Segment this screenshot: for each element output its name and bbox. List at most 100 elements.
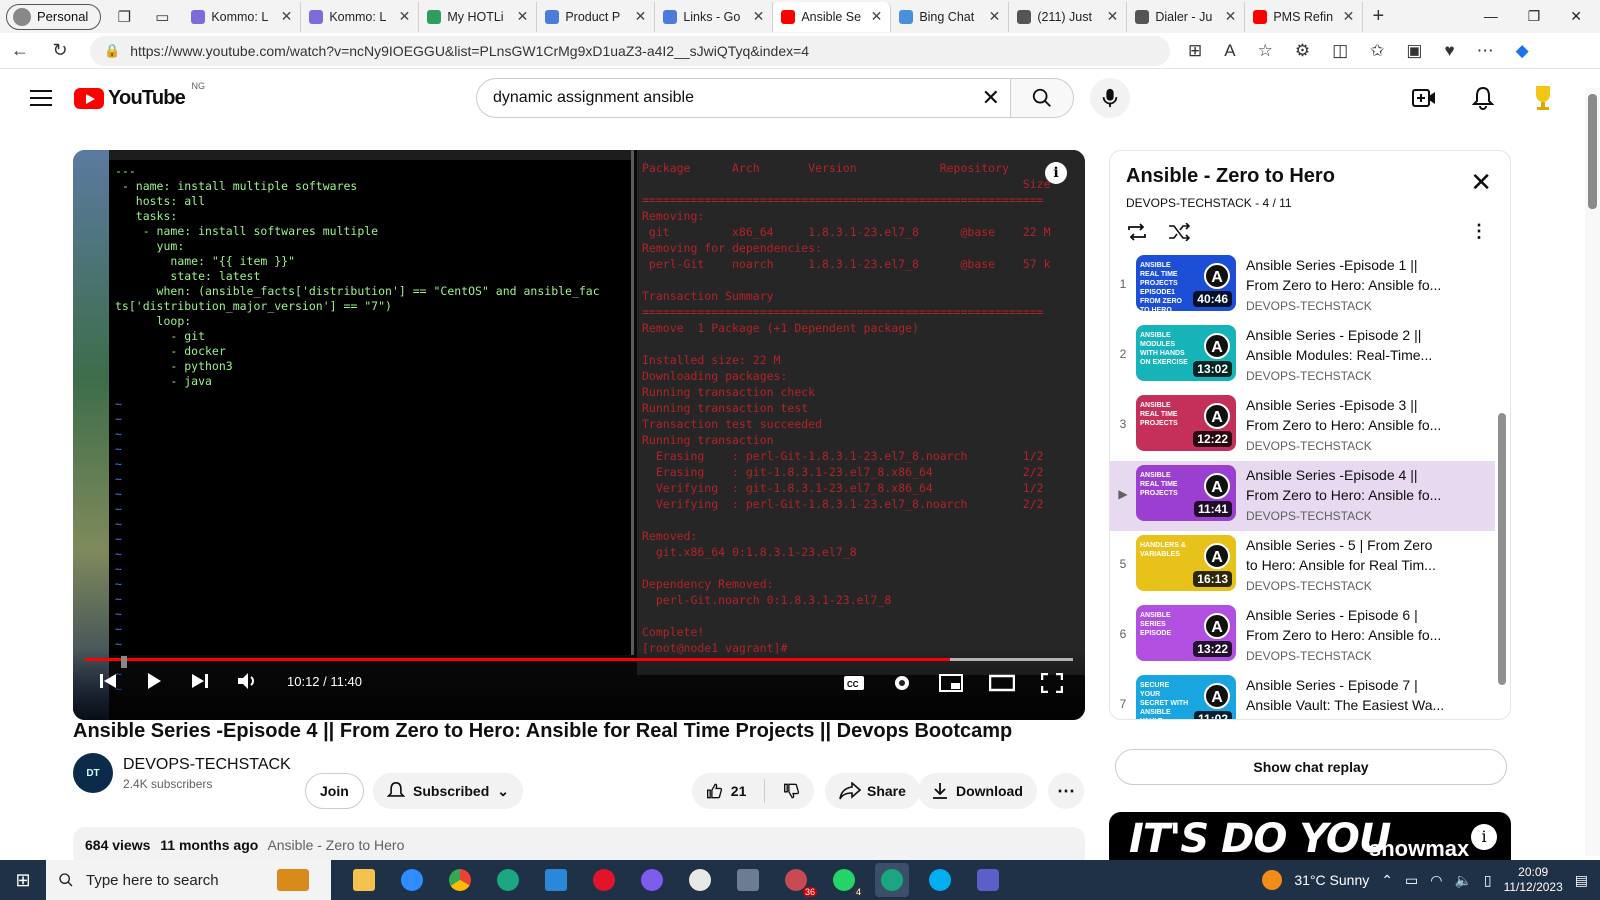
url-field[interactable]: 🔒 https://www.youtube.com/watch?v=ncNy9I…	[90, 35, 1170, 66]
chrome-icon[interactable]	[443, 863, 477, 897]
ad-banner[interactable]: IT'S DO YOU showmax i	[1109, 812, 1511, 862]
playlist-scrollbar[interactable]	[1498, 413, 1506, 685]
tab-close-icon[interactable]: ✕	[753, 8, 765, 25]
browser-tab[interactable]: PMS Refin ✕	[1245, 1, 1364, 32]
favorites-icon[interactable]: ✩	[1370, 41, 1384, 61]
tab-close-icon[interactable]: ✕	[1343, 8, 1355, 25]
search-button[interactable]	[1010, 78, 1074, 118]
captions-icon[interactable]: CC	[843, 674, 865, 692]
read-aloud-icon[interactable]: A	[1224, 41, 1235, 61]
loop-icon[interactable]	[1126, 223, 1148, 241]
thumbs-up-icon[interactable]	[706, 781, 723, 801]
calculator-icon[interactable]	[731, 863, 765, 897]
video-thumbnail[interactable]: ANSIBLE SERIES EPISODE A 13:22	[1136, 605, 1236, 661]
video-thumbnail[interactable]: HANDLERS & VARIABLES A 16:13	[1136, 535, 1236, 591]
chevron-up-icon[interactable]: ⌃	[1381, 872, 1393, 889]
favorite-star-icon[interactable]: ☆	[1258, 41, 1273, 61]
workspaces-icon[interactable]: ❐	[109, 4, 139, 30]
theater-mode-icon[interactable]	[989, 674, 1015, 692]
browser-tab[interactable]: Bing Chat ✕	[891, 1, 1010, 32]
restore-icon[interactable]: ❐	[1528, 8, 1541, 25]
channel-avatar[interactable]: DT	[73, 753, 113, 793]
channel-name[interactable]: DEVOPS-TECHSTACK	[123, 756, 291, 774]
thumbs-down-icon[interactable]	[783, 781, 800, 801]
playlist-link[interactable]: Ansible - Zero to Hero	[267, 837, 404, 853]
playlist-video-title[interactable]: Ansible Series -Episode 1 || From Zero t…	[1246, 255, 1446, 295]
apps-icon[interactable]: ⊞	[1188, 41, 1202, 61]
volume-icon[interactable]	[237, 672, 259, 690]
zoom-icon[interactable]	[395, 863, 429, 897]
extensions-icon[interactable]: ⚙	[1295, 41, 1310, 61]
tab-actions-icon[interactable]: ▭	[147, 4, 177, 30]
tab-close-icon[interactable]: ✕	[281, 8, 293, 25]
windows-start-icon[interactable]: ⊞	[0, 870, 46, 891]
skype-icon[interactable]	[923, 863, 957, 897]
weather-text[interactable]: 31°C Sunny	[1294, 872, 1369, 888]
download-button[interactable]: Download	[918, 773, 1037, 809]
trophy-avatar-icon[interactable]	[1530, 84, 1556, 112]
close-playlist-icon[interactable]: ✕	[1470, 167, 1492, 198]
playlist-video-title[interactable]: Ansible Series -Episode 3 || From Zero t…	[1246, 395, 1446, 435]
browser-tab[interactable]: Links - Go ✕	[655, 1, 774, 32]
edge-icon[interactable]	[491, 863, 525, 897]
progress-bar[interactable]	[85, 656, 1073, 668]
more-actions-button[interactable]: ⋯	[1048, 773, 1084, 809]
video-thumbnail[interactable]: SECURE YOUR SECRET WITH ANSIBLE VAULT A 11…	[1136, 675, 1236, 719]
teams-icon[interactable]	[971, 863, 1005, 897]
collections-icon[interactable]: ▣	[1406, 41, 1422, 61]
file-explorer-icon[interactable]	[347, 863, 381, 897]
back-icon[interactable]: ←	[0, 40, 40, 61]
taskbar-search[interactable]: Type here to search	[46, 860, 331, 900]
browser-tab[interactable]: Product P ✕	[537, 1, 656, 32]
video-thumbnail[interactable]: ANSIBLE REAL TIME PROJECTS A 11:41	[1136, 465, 1236, 521]
wifi-icon[interactable]: ◠	[1430, 872, 1442, 889]
browser-essentials-icon[interactable]: ♥	[1444, 41, 1454, 61]
playlist-title[interactable]: Ansible - Zero to Hero	[1126, 165, 1335, 188]
playlist-item[interactable]: 6 ANSIBLE SERIES EPISODE A 13:22 Ansible Ser…	[1110, 601, 1495, 671]
tab-close-icon[interactable]: ✕	[1107, 8, 1119, 25]
copilot-app-icon[interactable]	[635, 863, 669, 897]
join-button[interactable]: Join	[305, 773, 364, 809]
playlist-video-title[interactable]: Ansible Series - Episode 7 | Ansible Vau…	[1246, 675, 1446, 715]
close-window-icon[interactable]: ✕	[1570, 8, 1582, 25]
next-icon[interactable]	[191, 672, 209, 690]
split-screen-icon[interactable]: ◫	[1332, 41, 1348, 61]
show-chat-replay-button[interactable]: Show chat replay	[1115, 749, 1507, 785]
miniplayer-icon[interactable]	[939, 674, 963, 692]
create-video-icon[interactable]	[1412, 87, 1436, 109]
browser-tab[interactable]: Dialer - Ju ✕	[1127, 1, 1246, 32]
browser-tab[interactable]: Kommo: L ✕	[301, 1, 420, 32]
edge-active-icon[interactable]	[875, 863, 909, 897]
tab-close-icon[interactable]: ✕	[635, 8, 647, 25]
clock[interactable]: 20:09 11/12/2023	[1504, 865, 1563, 895]
youtube-logo[interactable]: YouTube NG	[74, 81, 205, 110]
video-thumbnail[interactable]: ANSIBLE REAL TIME PROJECTS EPISODE1 FROM…	[1136, 255, 1236, 311]
tab-close-icon[interactable]: ✕	[1225, 8, 1237, 25]
refresh-icon[interactable]: ↻	[40, 40, 80, 61]
notifications-center-icon[interactable]: ▤	[1575, 872, 1588, 889]
tab-close-icon[interactable]: ✕	[517, 8, 529, 25]
fullscreen-icon[interactable]	[1041, 673, 1063, 693]
network-icon[interactable]: ▭	[1405, 872, 1418, 889]
playlist-item[interactable]: ▶ ANSIBLE REAL TIME PROJECTS A 11:41 Ansible…	[1110, 461, 1495, 531]
tab-close-icon[interactable]: ✕	[399, 8, 411, 25]
playlist-video-title[interactable]: Ansible Series - Episode 2 || Ansible Mo…	[1246, 325, 1446, 365]
ad-info-icon[interactable]: i	[1471, 824, 1497, 850]
video-thumbnail[interactable]: ANSIBLE MODULES WITH HANDS ON EXERCISE A 1…	[1136, 325, 1236, 381]
menu-icon[interactable]	[30, 90, 52, 106]
playlist-item[interactable]: 3 ANSIBLE REAL TIME PROJECTS A 12:22 Ansible…	[1110, 391, 1495, 461]
video-info-icon[interactable]: i	[1045, 162, 1067, 184]
playlist-item[interactable]: 5 HANDLERS & VARIABLES A 16:13 Ansible Serie…	[1110, 531, 1495, 601]
playlist-item[interactable]: 2 ANSIBLE MODULES WITH HANDS ON EXERCISE A…	[1110, 321, 1495, 391]
store-icon[interactable]	[539, 863, 573, 897]
subscribed-button[interactable]: Subscribed ⌄	[373, 773, 523, 809]
minimize-icon[interactable]: —	[1484, 8, 1498, 25]
playlist-menu-icon[interactable]: ⋮	[1470, 221, 1488, 242]
new-tab-button[interactable]: +	[1363, 5, 1393, 28]
share-button[interactable]: Share	[825, 773, 920, 809]
previous-icon[interactable]	[99, 672, 117, 690]
play-icon[interactable]	[145, 672, 163, 690]
browser-tab[interactable]: My HOTLi ✕	[419, 1, 538, 32]
tab-close-icon[interactable]: ✕	[871, 8, 883, 25]
speaker-icon[interactable]: 🔈	[1454, 872, 1471, 889]
